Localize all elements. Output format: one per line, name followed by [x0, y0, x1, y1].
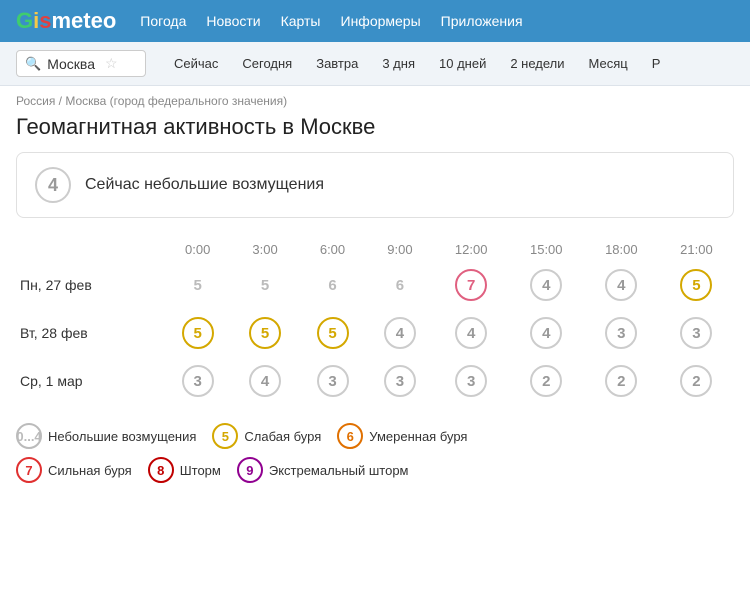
legend-item: 0...4 Небольшие возмущения	[16, 423, 196, 449]
geo-value-0-3: 6	[366, 261, 433, 309]
current-status-text: Сейчас небольшие возмущения	[85, 176, 324, 194]
legend-circle: 9	[237, 457, 263, 483]
table-row: Ср, 1 мар34333222	[16, 357, 734, 405]
current-status-badge: 4	[35, 167, 71, 203]
legend-circle: 6	[337, 423, 363, 449]
tab-2nedeli[interactable]: 2 недели	[498, 50, 576, 77]
geo-value-2-6: 2	[584, 357, 659, 405]
col-header-time-600: 6:00	[299, 238, 366, 261]
geo-value-0-1: 5	[231, 261, 298, 309]
geo-value-1-0: 5	[164, 309, 231, 357]
tab-r[interactable]: P	[640, 50, 673, 77]
legend-circle: 7	[16, 457, 42, 483]
geo-value-2-2: 3	[299, 357, 366, 405]
geo-value-1-4: 4	[434, 309, 509, 357]
geo-value-0-2: 6	[299, 261, 366, 309]
legend-label: Шторм	[180, 463, 221, 478]
geo-value-2-3: 3	[366, 357, 433, 405]
col-header-time-1800: 18:00	[584, 238, 659, 261]
tab-10dney[interactable]: 10 дней	[427, 50, 498, 77]
geo-value-2-5: 2	[509, 357, 584, 405]
geo-value-0-4: 7	[434, 261, 509, 309]
legend-item: 7 Сильная буря	[16, 457, 132, 483]
logo-s: s	[39, 8, 51, 34]
geo-value-1-3: 4	[366, 309, 433, 357]
tab-mesyac[interactable]: Месяц	[577, 50, 640, 77]
header: Gismeteo Погода Новости Карты Информеры …	[0, 0, 750, 42]
geo-value-0-7: 5	[659, 261, 734, 309]
legend-item: 9 Экстремальный шторм	[237, 457, 409, 483]
col-header-time-000: 0:00	[164, 238, 231, 261]
logo: Gismeteo	[16, 8, 116, 34]
geo-value-2-1: 4	[231, 357, 298, 405]
geo-value-0-5: 4	[509, 261, 584, 309]
geo-value-2-0: 3	[164, 357, 231, 405]
nav-links: Погода Новости Карты Информеры Приложени…	[140, 13, 522, 29]
legend: 0...4 Небольшие возмущения 5 Слабая буря 6 Ум…	[16, 423, 734, 483]
legend-item: 8 Шторм	[148, 457, 221, 483]
geo-value-2-4: 3	[434, 357, 509, 405]
legend-item: 6 Умеренная буря	[337, 423, 467, 449]
tab-segodnya[interactable]: Сегодня	[230, 50, 304, 77]
legend-row: 7 Сильная буря 8 Шторм 9 Экстремальный шторм	[16, 457, 409, 483]
nav-prilojeniya[interactable]: Приложения	[441, 13, 523, 29]
legend-circle: 0...4	[16, 423, 42, 449]
nav-karty[interactable]: Карты	[281, 13, 321, 29]
geo-value-1-2: 5	[299, 309, 366, 357]
col-header-time-1500: 15:00	[509, 238, 584, 261]
geo-value-1-5: 4	[509, 309, 584, 357]
legend-row: 0...4 Небольшие возмущения 5 Слабая буря 6 Ум…	[16, 423, 467, 449]
legend-circle: 5	[212, 423, 238, 449]
table-row: Вт, 28 фев55544433	[16, 309, 734, 357]
table-row: Пн, 27 фев55667445	[16, 261, 734, 309]
col-header-time-900: 9:00	[366, 238, 433, 261]
legend-label: Сильная буря	[48, 463, 132, 478]
geo-value-0-6: 4	[584, 261, 659, 309]
geo-value-2-7: 2	[659, 357, 734, 405]
current-status-card: 4 Сейчас небольшие возмущения	[16, 152, 734, 218]
geo-value-1-7: 3	[659, 309, 734, 357]
search-box[interactable]: 🔍 Москва ☆	[16, 50, 146, 77]
main-content: 4 Сейчас небольшие возмущения 0:003:006:…	[0, 152, 750, 499]
search-city: Москва	[47, 56, 95, 72]
col-header-day	[16, 238, 164, 261]
nav-novosti[interactable]: Новости	[206, 13, 260, 29]
breadcrumb: Россия / Москва (город федерального знач…	[0, 86, 750, 110]
favorite-icon[interactable]: ☆	[105, 55, 118, 72]
nav-informery[interactable]: Информеры	[341, 13, 421, 29]
col-header-time-1200: 12:00	[434, 238, 509, 261]
col-header-time-300: 3:00	[231, 238, 298, 261]
tab-zavtra[interactable]: Завтра	[304, 50, 370, 77]
geo-value-0-0: 5	[164, 261, 231, 309]
tab-3dnya[interactable]: 3 дня	[370, 50, 427, 77]
legend-label: Небольшие возмущения	[48, 429, 196, 444]
search-icon: 🔍	[25, 56, 41, 72]
day-label-1: Вт, 28 фев	[16, 309, 164, 357]
legend-label: Экстремальный шторм	[269, 463, 409, 478]
legend-label: Слабая буря	[244, 429, 321, 444]
geo-value-1-6: 3	[584, 309, 659, 357]
logo-meteo: meteo	[52, 8, 117, 34]
page-title: Геомагнитная активность в Москве	[0, 110, 750, 152]
nav-pogoda[interactable]: Погода	[140, 13, 186, 29]
search-bar: 🔍 Москва ☆ Сейчас Сегодня Завтра 3 дня 1…	[0, 42, 750, 86]
tab-seychas[interactable]: Сейчас	[162, 50, 230, 77]
geo-value-1-1: 5	[231, 309, 298, 357]
geo-table: 0:003:006:009:0012:0015:0018:0021:00 Пн,…	[16, 238, 734, 405]
col-header-time-2100: 21:00	[659, 238, 734, 261]
nav-tabs: Сейчас Сегодня Завтра 3 дня 10 дней 2 не…	[162, 50, 672, 77]
legend-item: 5 Слабая буря	[212, 423, 321, 449]
logo-g: G	[16, 8, 33, 34]
legend-circle: 8	[148, 457, 174, 483]
legend-label: Умеренная буря	[369, 429, 467, 444]
day-label-2: Ср, 1 мар	[16, 357, 164, 405]
day-label-0: Пн, 27 фев	[16, 261, 164, 309]
